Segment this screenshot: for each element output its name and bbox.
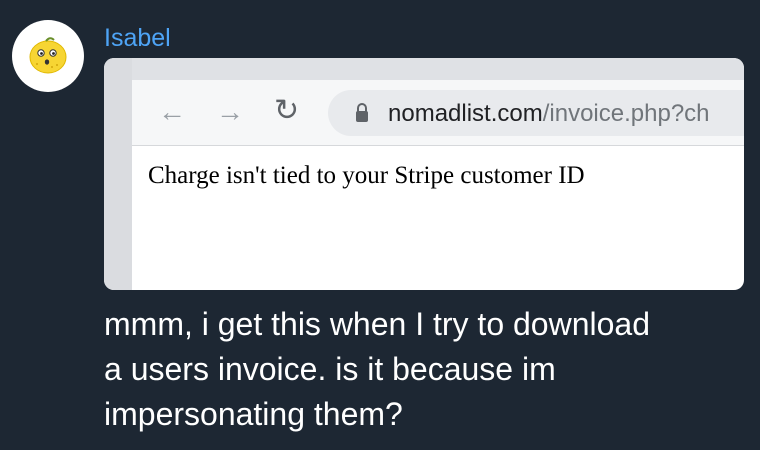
sender-name[interactable]: Isabel	[104, 24, 171, 53]
browser-window-edge	[104, 58, 132, 290]
lemon-icon	[29, 37, 67, 74]
url-path: /invoice.php?ch	[542, 100, 710, 127]
page-error-message: Charge isn't tied to your Stripe custome…	[148, 162, 585, 189]
avatar[interactable]	[12, 20, 84, 92]
address-bar: nomadlist.com/invoice.php?ch	[328, 90, 744, 136]
back-arrow-icon: ←	[158, 96, 186, 127]
address-bar-url: nomadlist.com/invoice.php?ch	[388, 100, 710, 128]
url-host: nomadlist.com	[388, 100, 543, 127]
attached-screenshot[interactable]: ← → ↻ nomadlist.com/invoice.php?ch Charg…	[104, 58, 744, 290]
lock-icon	[356, 103, 368, 123]
message-text-line: a users invoice. is it because im	[104, 351, 556, 387]
reload-icon: ↻	[274, 94, 300, 127]
message-text-line: mmm, i get this when I try to download	[104, 306, 650, 342]
browser-tab-strip	[132, 58, 744, 80]
forward-arrow-icon: →	[216, 96, 244, 127]
message-text-line: impersonating them?	[104, 396, 403, 432]
